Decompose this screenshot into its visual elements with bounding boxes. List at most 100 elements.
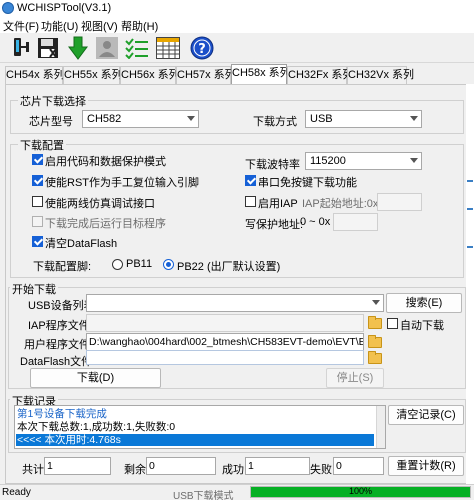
folder-open-icon[interactable] [368, 335, 382, 348]
write-protect-range: 0 ~ 0x [300, 216, 331, 228]
log-line: 第1号设备下载完成 [17, 408, 107, 420]
auto-download-checkbox[interactable] [387, 318, 398, 329]
log-scrollbar[interactable] [376, 406, 385, 448]
help-icon[interactable]: ? [189, 35, 215, 61]
search-button[interactable]: 搜索(E) [386, 293, 462, 313]
pin-pb22-label: PB22 (出厂默认设置) [177, 261, 281, 273]
tab-ch58x[interactable]: CH58x 系列 [231, 64, 291, 84]
remaining-label: 剩余 [124, 464, 146, 476]
clear-dataflash-label: 清空DataFlash [45, 238, 118, 250]
svg-text:?: ? [198, 42, 206, 57]
iap-file-input[interactable] [86, 314, 364, 332]
log-line: 本次下载总数:1,成功数:1,失败数:0 [17, 421, 176, 433]
toolbar: ? [0, 33, 474, 63]
iap-start-address-input[interactable] [377, 193, 422, 211]
menu-help[interactable]: 帮助(H) [121, 18, 158, 34]
iap-start-address-label: IAP起始地址:0x [302, 198, 379, 210]
iap-enable-label: 启用IAP [258, 198, 298, 210]
chevron-down-icon [410, 116, 418, 121]
remaining-count: 0 [146, 457, 216, 475]
window-title: WCHISPTool(V3.1) [17, 2, 112, 14]
chevron-down-icon [372, 300, 380, 305]
iap-file-label: IAP程序文件 [28, 320, 90, 332]
tab-ch32fx[interactable]: CH32Fx 系列 [287, 66, 353, 84]
write-protect-address-input[interactable] [333, 213, 378, 231]
menu-view[interactable]: 视图(V) [81, 18, 118, 34]
download-mode-select[interactable]: USB [305, 110, 422, 128]
phone-plug-icon[interactable] [8, 35, 34, 61]
baud-rate-value: 115200 [310, 155, 346, 167]
usb-device-select[interactable] [86, 294, 384, 312]
tab-ch56x[interactable]: CH56x 系列 [120, 66, 180, 84]
rst-input-label: 使能RST作为手工复位输入引脚 [45, 177, 199, 189]
strip-mark [467, 246, 473, 248]
serial-free-download-checkbox[interactable] [245, 175, 256, 186]
download-arrow-icon[interactable] [65, 35, 91, 61]
clear-log-button[interactable]: 清空记录(C) [388, 405, 464, 425]
run-after-download-checkbox[interactable] [32, 216, 43, 227]
usb-device-list-label: USB设备列表 [28, 300, 95, 312]
tab-ch32vx[interactable]: CH32Vx 系列 [347, 66, 414, 84]
two-wire-debug-checkbox[interactable] [32, 196, 43, 207]
dataflash-file-label: DataFlash文件 [20, 356, 93, 368]
download-config-group-title: 下载配置 [18, 137, 66, 153]
chevron-down-icon [410, 158, 418, 163]
download-log-list[interactable]: 第1号设备下载完成 本次下载总数:1,成功数:1,失败数:0 <<<< 本次用时… [14, 405, 386, 449]
save-icon[interactable] [35, 35, 61, 61]
chip-model-label: 芯片型号 [29, 116, 73, 128]
chevron-down-icon [187, 116, 195, 121]
pin-pb11-radio[interactable] [112, 259, 123, 270]
fail-count: 0 [333, 457, 384, 475]
tab-ch55x[interactable]: CH55x 系列 [63, 66, 123, 84]
baud-rate-label: 下载波特率 [245, 159, 300, 171]
strip-mark [467, 180, 473, 182]
app-icon [2, 2, 14, 14]
folder-open-icon[interactable] [368, 351, 382, 364]
chip-select-group-title: 芯片下载选择 [18, 93, 88, 109]
menu-bar: 文件(F) 功能(U) 视图(V) 帮助(H) [0, 17, 474, 33]
menu-function[interactable]: 功能(U) [41, 18, 78, 34]
spreadsheet-icon[interactable] [155, 35, 181, 61]
iap-enable-checkbox[interactable] [245, 196, 256, 207]
download-mode-label: 下载方式 [253, 116, 297, 128]
download-pin-label: 下载配置脚: [33, 261, 92, 273]
download-mode-value: USB [310, 113, 333, 125]
log-line-selected: <<<< 本次用时:4.768s [16, 434, 374, 446]
stop-button[interactable]: 停止(S) [326, 368, 384, 388]
code-protect-checkbox[interactable] [32, 154, 43, 165]
user-file-input[interactable]: D:\wanghao\004hard\002_btmesh\CH583EVT-d… [86, 333, 364, 351]
chip-model-value: CH582 [87, 113, 122, 125]
pin-pb22-radio[interactable] [163, 259, 174, 270]
strip-mark [467, 208, 473, 210]
download-button[interactable]: 下载(D) [30, 368, 161, 388]
two-wire-debug-label: 使能两线仿真调试接口 [45, 198, 155, 210]
total-count: 1 [44, 457, 111, 475]
tab-ch54x[interactable]: CH54x 系列 [5, 66, 65, 84]
tab-ch57x[interactable]: CH57x 系列 [176, 66, 236, 84]
checklist-icon[interactable] [124, 35, 150, 61]
title-bar: WCHISPTool(V3.1) [0, 0, 474, 17]
success-label: 成功 [222, 464, 244, 476]
status-ready: Ready [2, 487, 31, 498]
background-strip [466, 84, 474, 484]
pin-pb11-label: PB11 [126, 258, 153, 270]
fail-label: 失败 [310, 464, 332, 476]
main-window: WCHISPTool(V3.1) 文件(F) 功能(U) 视图(V) 帮助(H)… [0, 0, 474, 502]
total-label: 共计 [22, 464, 44, 476]
menu-file[interactable]: 文件(F) [3, 18, 39, 34]
write-protect-label: 写保护地址: [245, 219, 304, 231]
user-file-label: 用户程序文件 [24, 339, 90, 351]
success-count: 1 [245, 457, 310, 475]
serial-free-download-label: 串口免按键下载功能 [258, 177, 357, 189]
reset-count-button[interactable]: 重置计数(R) [388, 456, 464, 476]
baud-rate-select[interactable]: 115200 [305, 152, 422, 170]
dataflash-file-input[interactable] [86, 350, 364, 365]
chip-model-select[interactable]: CH582 [82, 110, 199, 128]
rst-input-checkbox[interactable] [32, 175, 43, 186]
clear-dataflash-checkbox[interactable] [32, 236, 43, 247]
user-icon[interactable] [94, 35, 120, 61]
start-download-group-title: 开始下载 [10, 281, 58, 297]
auto-download-label: 自动下载 [400, 320, 444, 332]
series-tabs: CH54x 系列 CH55x 系列 CH56x 系列 CH57x 系列 CH58… [5, 64, 471, 84]
folder-open-icon[interactable] [368, 316, 382, 329]
